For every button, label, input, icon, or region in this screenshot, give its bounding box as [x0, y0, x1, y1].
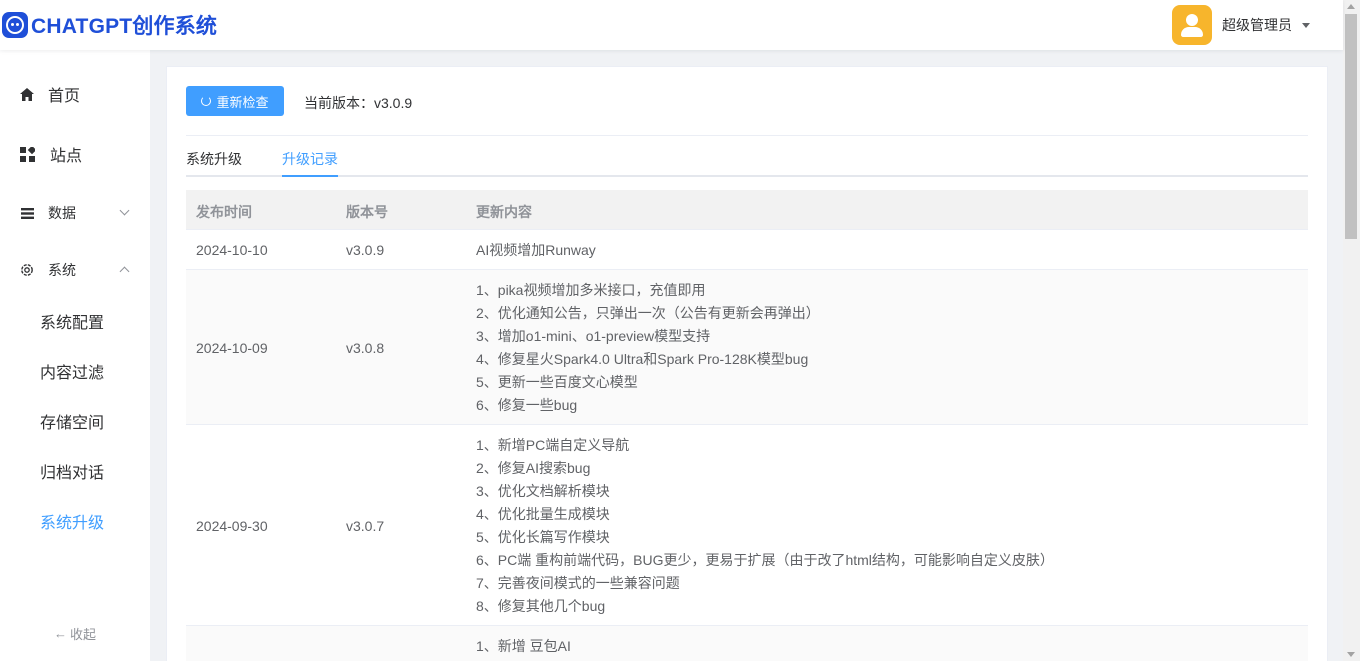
table-header: 发布时间 版本号 更新内容 — [186, 190, 1308, 230]
row-content: 1、新增PC端自定义导航 2、修复AI搜索bug 3、优化文档解析模块 4、优化… — [476, 437, 1054, 621]
content-line: 5、优化长篇写作模块 — [476, 529, 610, 545]
row-date: 2024-10-09 — [196, 340, 268, 356]
table-row: 2024-09-30 v3.0.7 1、新增PC端自定义导航 2、修复AI搜索b… — [186, 425, 1308, 626]
sidebar-subitem-storage[interactable]: 存储空间 — [0, 396, 150, 446]
collapse-label: 收起 — [70, 627, 97, 642]
sidebar: 首页 站点 数据 系统 系统配置 内容过滤 存储空间 归档对话 系统升级 ← 收… — [0, 50, 150, 661]
scrollbar-thumb[interactable] — [1345, 14, 1357, 239]
scroll-down-icon[interactable] — [1347, 652, 1355, 657]
content-line: 4、修复星火Spark4.0 Ultra和Spark Pro-128K模型bug — [476, 351, 809, 367]
row-content: AI视频增加Runway — [476, 242, 596, 265]
chevron-down-icon — [119, 205, 130, 216]
row-version: v3.0.9 — [346, 242, 385, 258]
sidebar-item-label: 系统 — [48, 262, 76, 278]
row-content: 1、新增 豆包AI — [476, 638, 571, 661]
user-name: 超级管理员 — [1222, 17, 1292, 33]
scroll-up-icon[interactable] — [1347, 4, 1355, 9]
sidebar-subitem-label: 归档对话 — [40, 465, 105, 482]
caret-down-icon — [1302, 22, 1310, 28]
sidebar-item-system[interactable]: 系统 — [0, 245, 150, 295]
main-content: 重新检查 当前版本：v3.0.9 系统升级 升级记录 发布时间 版本号 更新内容… — [150, 50, 1343, 661]
content-line: 2、修复AI搜索bug — [476, 460, 591, 476]
tab-system-upgrade[interactable]: 系统升级 — [186, 149, 242, 169]
row-date: 2024-10-10 — [196, 242, 268, 258]
content-line: 7、完善夜间模式的一些兼容问题 — [476, 575, 680, 591]
gear-icon — [19, 262, 35, 278]
sidebar-subitem-system-upgrade[interactable]: 系统升级 — [0, 496, 150, 546]
sidebar-item-sites[interactable]: 站点 — [0, 129, 150, 179]
content-line: 5、更新一些百度文心模型 — [476, 374, 638, 390]
sidebar-subitem-label: 系统配置 — [40, 315, 105, 332]
divider — [186, 135, 1308, 136]
table-row: 1、新增 豆包AI — [186, 626, 1308, 661]
content-line: 8、修复其他几个bug — [476, 598, 606, 614]
sidebar-item-label: 站点 — [50, 148, 83, 165]
table-row: 2024-10-10 v3.0.9 AI视频增加Runway — [186, 230, 1308, 270]
arrow-left-icon: ← — [54, 626, 67, 641]
user-menu[interactable]: 超级管理员 — [1172, 5, 1310, 45]
avatar — [1172, 5, 1212, 45]
row-version: v3.0.7 — [346, 518, 385, 534]
collapse-sidebar-button[interactable]: ← 收起 — [54, 624, 96, 643]
sidebar-item-home[interactable]: 首页 — [0, 69, 150, 119]
column-header-content: 更新内容 — [476, 204, 532, 220]
page-scrollbar[interactable] — [1343, 0, 1360, 661]
content-line: 6、修复一些bug — [476, 397, 578, 413]
current-version: 当前版本：v3.0.9 — [304, 95, 413, 111]
content-line: AI视频增加Runway — [476, 242, 596, 258]
content-line: 1、新增 豆包AI — [476, 638, 571, 654]
content-line: 1、pika视频增加多米接口，充值即用 — [476, 282, 706, 298]
content-line: 1、新增PC端自定义导航 — [476, 437, 630, 453]
sidebar-subitem-content-filter[interactable]: 内容过滤 — [0, 346, 150, 396]
column-header-date: 发布时间 — [196, 204, 252, 220]
recheck-label: 重新检查 — [216, 94, 269, 110]
logo-text: CHATGPT创作系统 — [31, 15, 218, 38]
column-header-version: 版本号 — [346, 204, 388, 220]
sidebar-subitem-label: 系统升级 — [40, 515, 105, 532]
grid-icon — [19, 146, 35, 162]
sidebar-subitem-label: 存储空间 — [40, 415, 105, 432]
row-version: v3.0.8 — [346, 340, 385, 356]
content-line: 2、优化通知公告，只弹出一次（公告有更新会再弹出） — [476, 305, 820, 321]
logo-icon — [2, 12, 28, 38]
refresh-icon — [201, 96, 212, 106]
sidebar-item-label: 数据 — [48, 205, 76, 221]
upgrade-card: 重新检查 当前版本：v3.0.9 系统升级 升级记录 发布时间 版本号 更新内容… — [166, 66, 1328, 661]
home-icon — [19, 86, 35, 102]
row-date: 2024-09-30 — [196, 518, 268, 534]
sidebar-subitem-system-config[interactable]: 系统配置 — [0, 296, 150, 346]
content-line: 4、优化批量生成模块 — [476, 506, 610, 522]
recheck-button[interactable]: 重新检查 — [186, 86, 284, 116]
content-line: 3、增加o1-mini、o1-preview模型支持 — [476, 328, 711, 344]
sidebar-item-data[interactable]: 数据 — [0, 188, 150, 238]
tab-upgrade-history[interactable]: 升级记录 — [282, 149, 338, 169]
sidebar-subitem-label: 内容过滤 — [40, 365, 105, 382]
app-logo[interactable]: CHATGPT创作系统 — [2, 11, 217, 39]
content-line: 3、优化文档解析模块 — [476, 483, 610, 499]
sidebar-item-label: 首页 — [48, 88, 81, 105]
tabs: 系统升级 升级记录 — [186, 137, 1308, 177]
list-icon — [19, 205, 35, 221]
sidebar-subitem-archived-chats[interactable]: 归档对话 — [0, 446, 150, 496]
top-header: CHATGPT创作系统 超级管理员 — [0, 0, 1343, 50]
row-content: 1、pika视频增加多米接口，充值即用 2、优化通知公告，只弹出一次（公告有更新… — [476, 282, 820, 420]
table-row: 2024-10-09 v3.0.8 1、pika视频增加多米接口，充值即用 2、… — [186, 270, 1308, 425]
content-line: 6、PC端 重构前端代码，BUG更少，更易于扩展（由于改了html结构，可能影响… — [476, 552, 1054, 568]
upgrade-history-table: 发布时间 版本号 更新内容 2024-10-10 v3.0.9 AI视频增加Ru… — [186, 190, 1308, 661]
chevron-up-icon — [119, 266, 130, 277]
active-tab-indicator — [282, 175, 338, 177]
